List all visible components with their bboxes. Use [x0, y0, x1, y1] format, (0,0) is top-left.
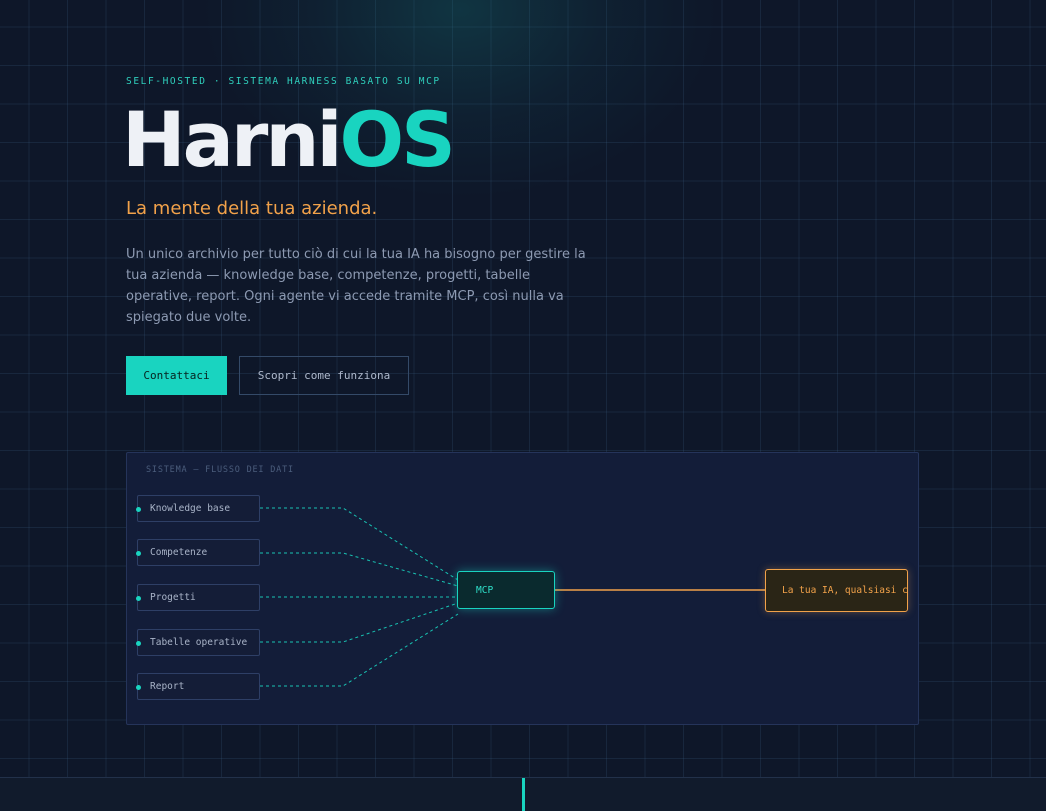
wire-report	[260, 613, 459, 687]
connector-dot	[136, 596, 141, 601]
connector-dot	[136, 551, 141, 556]
wire-knowledge-base	[260, 507, 459, 581]
connector-dot	[136, 507, 141, 512]
mcp-hub-label: MCP	[476, 584, 494, 596]
source-node-tabelle-operative: Tabelle operative	[136, 629, 260, 656]
source-node-competenze: Competenze	[136, 539, 260, 566]
source-node-progetti: Progetti	[136, 584, 260, 611]
source-node-report: Report	[136, 673, 260, 700]
source-node-label: Report	[150, 681, 185, 692]
mcp-hub-node: MCP	[457, 571, 555, 609]
connector-dot	[136, 641, 141, 646]
wire-tabelle-operative	[260, 602, 459, 643]
ai-target-node: La tua IA, qualsiasi cl	[765, 569, 908, 612]
source-node-knowledge-base: Knowledge base	[136, 495, 260, 522]
source-node-label: Competenze	[150, 547, 208, 558]
source-node-label: Knowledge base	[150, 503, 231, 514]
source-node-label: Tabelle operative	[150, 637, 248, 648]
ai-target-label: La tua IA, qualsiasi cl	[782, 585, 908, 596]
source-node-label: Progetti	[150, 592, 196, 603]
connector-dot	[136, 685, 141, 690]
wire-competenze	[260, 552, 459, 587]
bottom-accent-line	[522, 778, 525, 811]
